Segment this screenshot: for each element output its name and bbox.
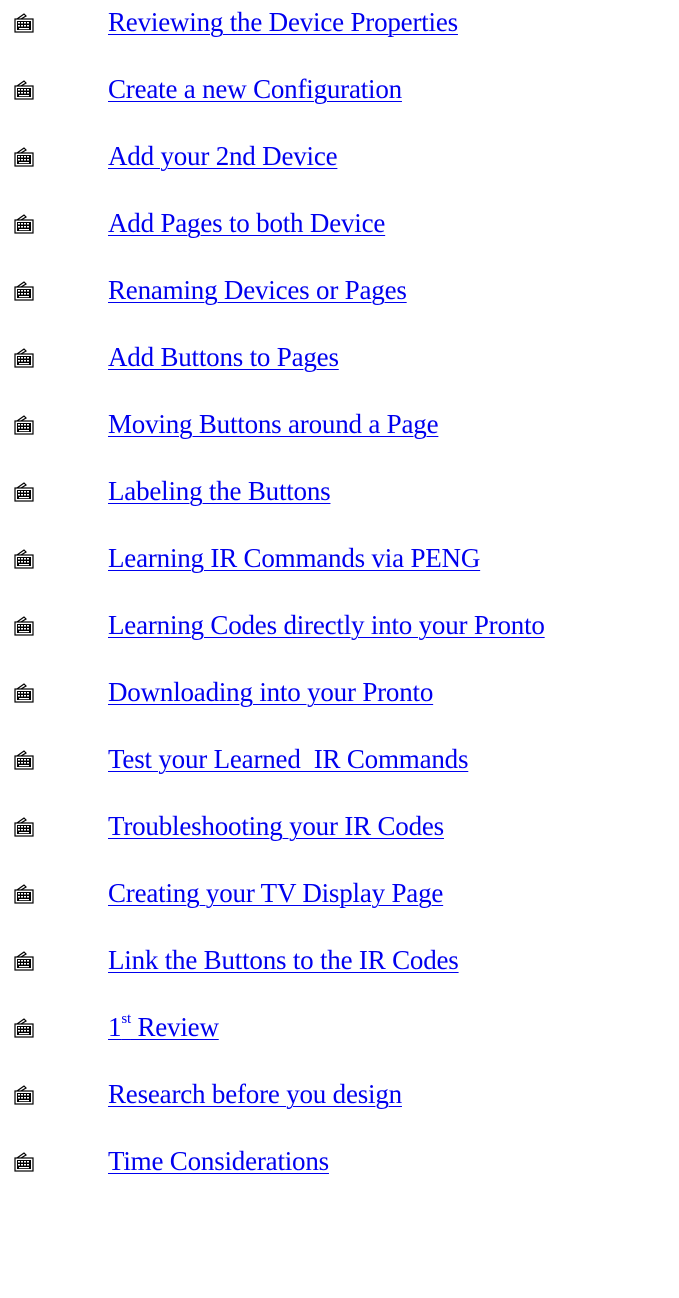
keyboard-icon bbox=[14, 815, 34, 837]
keyboard-icon bbox=[14, 614, 34, 636]
keyboard-icon bbox=[14, 11, 34, 33]
list-item: Link the Buttons to the IR Codes bbox=[0, 938, 679, 982]
keyboard-icon bbox=[14, 547, 34, 569]
keyboard-icon bbox=[14, 748, 34, 770]
toc-link-reviewing-device-properties[interactable]: Reviewing the Device Properties bbox=[108, 0, 458, 44]
keyboard-icon bbox=[14, 413, 34, 435]
keyboard-icon bbox=[14, 480, 34, 502]
list-item: Research before you design bbox=[0, 1072, 679, 1116]
toc-link-add-buttons[interactable]: Add Buttons to Pages bbox=[108, 335, 339, 379]
toc-link-add-pages[interactable]: Add Pages to both Device bbox=[108, 201, 385, 245]
toc-link-learning-codes-pronto[interactable]: Learning Codes directly into your Pronto bbox=[108, 603, 545, 647]
toc-link-labeling-buttons[interactable]: Labeling the Buttons bbox=[108, 469, 331, 513]
review-number: 1 bbox=[108, 1012, 122, 1042]
review-label: Review bbox=[130, 1012, 219, 1042]
toc-link-learning-ir-peng[interactable]: Learning IR Commands via PENG bbox=[108, 536, 480, 580]
list-item: Add Buttons to Pages bbox=[0, 335, 679, 379]
keyboard-icon bbox=[14, 681, 34, 703]
list-item: Moving Buttons around a Page bbox=[0, 402, 679, 446]
keyboard-icon bbox=[14, 949, 34, 971]
toc-link-troubleshooting-ir[interactable]: Troubleshooting your IR Codes bbox=[108, 804, 444, 848]
list-item: Troubleshooting your IR Codes bbox=[0, 804, 679, 848]
keyboard-icon bbox=[14, 279, 34, 301]
list-item: Creating your TV Display Page bbox=[0, 871, 679, 915]
list-item: Reviewing the Device Properties bbox=[0, 0, 679, 44]
toc-link-add-2nd-device[interactable]: Add your 2nd Device bbox=[108, 134, 338, 178]
toc-link-test-ir-commands[interactable]: Test your Learned IR Commands bbox=[108, 737, 468, 781]
keyboard-icon bbox=[14, 882, 34, 904]
keyboard-icon bbox=[14, 1150, 34, 1172]
toc-link-moving-buttons[interactable]: Moving Buttons around a Page bbox=[108, 402, 439, 446]
keyboard-icon bbox=[14, 78, 34, 100]
list-item: Add Pages to both Device bbox=[0, 201, 679, 245]
toc-link-create-configuration[interactable]: Create a new Configuration bbox=[108, 67, 402, 111]
keyboard-icon bbox=[14, 346, 34, 368]
toc-link-tv-display-page[interactable]: Creating your TV Display Page bbox=[108, 871, 443, 915]
list-item: Test your Learned IR Commands bbox=[0, 737, 679, 781]
keyboard-icon bbox=[14, 1016, 34, 1038]
list-item: 1st Review bbox=[0, 1005, 679, 1049]
list-item: Create a new Configuration bbox=[0, 67, 679, 111]
toc-link-downloading-pronto[interactable]: Downloading into your Pronto bbox=[108, 670, 433, 714]
keyboard-icon bbox=[14, 145, 34, 167]
list-item: Downloading into your Pronto bbox=[0, 670, 679, 714]
list-item: Labeling the Buttons bbox=[0, 469, 679, 513]
keyboard-icon bbox=[14, 212, 34, 234]
toc-link-renaming-devices[interactable]: Renaming Devices or Pages bbox=[108, 268, 407, 312]
toc-link-research-before-design[interactable]: Research before you design bbox=[108, 1072, 402, 1116]
list-item: Time Considerations bbox=[0, 1139, 679, 1183]
list-item: Renaming Devices or Pages bbox=[0, 268, 679, 312]
list-item: Add your 2nd Device bbox=[0, 134, 679, 178]
toc-link-1st-review[interactable]: 1st Review bbox=[108, 1005, 219, 1049]
review-ordinal-suffix: st bbox=[121, 1011, 131, 1027]
toc-link-link-buttons-ir[interactable]: Link the Buttons to the IR Codes bbox=[108, 938, 459, 982]
toc-link-time-considerations[interactable]: Time Considerations bbox=[108, 1139, 329, 1183]
keyboard-icon bbox=[14, 1083, 34, 1105]
list-item: Learning Codes directly into your Pronto bbox=[0, 603, 679, 647]
list-item: Learning IR Commands via PENG bbox=[0, 536, 679, 580]
